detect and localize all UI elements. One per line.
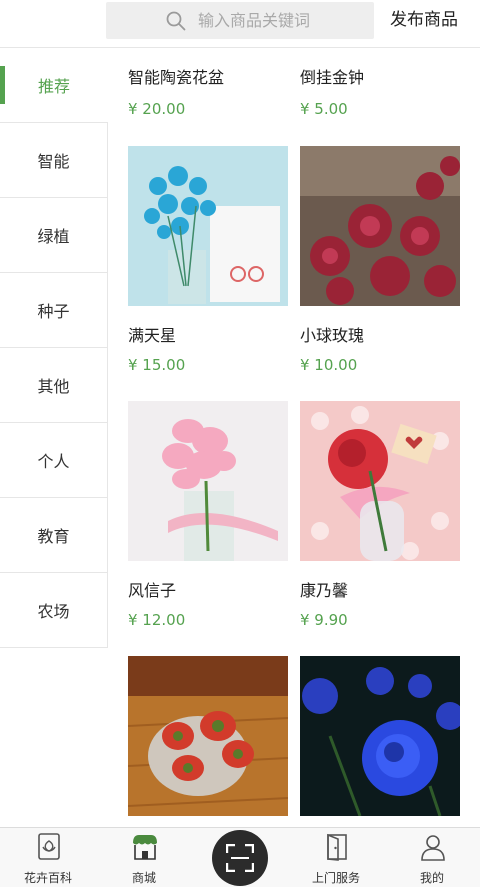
search-bar[interactable]: 输入商品关键词: [106, 2, 374, 39]
sidebar-item-label: 个人: [37, 452, 70, 471]
sidebar-item-greenery[interactable]: 绿植: [0, 198, 108, 273]
sidebar-item-personal[interactable]: 个人: [0, 423, 108, 498]
product-card[interactable]: [128, 656, 288, 816]
product-card[interactable]: 康乃馨 ¥ 9.90: [300, 401, 460, 629]
scan-button[interactable]: [212, 830, 268, 886]
tab-mine[interactable]: 我的: [384, 828, 480, 887]
sidebar-item-label: 其他: [37, 377, 70, 396]
sidebar-item-label: 绿植: [37, 227, 70, 246]
sidebar-item-label: 推荐: [37, 77, 70, 96]
product-price: ¥ 15.00: [128, 356, 186, 374]
sidebar-item-label: 智能: [37, 152, 70, 171]
product-name: 康乃馨: [300, 581, 349, 600]
bottom-nav: 花卉百科 商城 上门服务 我的: [0, 827, 480, 887]
product-image: [300, 656, 460, 816]
product-card[interactable]: 满天星 ¥ 15.00: [128, 146, 288, 374]
publish-product-button[interactable]: 发布商品: [390, 8, 458, 32]
product-card[interactable]: 风信子 ¥ 12.00: [128, 401, 288, 629]
door-icon: [327, 833, 347, 861]
product-name: 风信子: [128, 581, 177, 600]
tab-home-service[interactable]: 上门服务: [288, 828, 384, 887]
top-bar: 输入商品关键词 发布商品: [0, 0, 480, 48]
tab-label: 商城: [131, 871, 156, 885]
product-price: ¥ 20.00: [128, 100, 186, 118]
search-icon: [166, 11, 186, 31]
sidebar-item-other[interactable]: 其他: [0, 348, 108, 423]
tab-flower-encyclopedia[interactable]: 花卉百科: [0, 828, 96, 887]
sidebar-item-farm[interactable]: 农场: [0, 573, 108, 648]
category-sidebar: 推荐 智能 绿植 种子 其他 个人 教育 农场: [0, 48, 108, 648]
tab-mall[interactable]: 商城: [96, 828, 192, 887]
sidebar-item-label: 教育: [37, 527, 70, 546]
sidebar-item-label: 农场: [37, 602, 70, 621]
tab-label: 上门服务: [311, 871, 360, 885]
sidebar-item-education[interactable]: 教育: [0, 498, 108, 573]
product-price: ¥ 10.00: [300, 356, 358, 374]
product-name: 满天星: [128, 326, 177, 345]
product-price: ¥ 9.90: [300, 611, 348, 629]
flower-book-icon: [38, 833, 60, 860]
product-card[interactable]: 小球玫瑰 ¥ 10.00: [300, 146, 460, 374]
product-image: [300, 146, 460, 306]
sidebar-item-recommend[interactable]: 推荐: [0, 48, 108, 123]
tab-label: 我的: [419, 871, 444, 885]
product-image: [300, 401, 460, 561]
product-grid: 智能陶瓷花盆 ¥ 20.00 倒挂金钟 ¥ 5.00 满天星 ¥ 15.00 小…: [108, 48, 480, 827]
product-price: ¥ 5.00: [300, 100, 348, 118]
tab-label: 花卉百科: [23, 871, 72, 885]
user-icon: [421, 835, 445, 861]
product-name: 小球玫瑰: [300, 326, 365, 345]
product-card[interactable]: [300, 656, 460, 816]
sidebar-item-smart[interactable]: 智能: [0, 123, 108, 198]
product-image: [128, 656, 288, 816]
product-name: 智能陶瓷花盆: [128, 68, 225, 87]
product-image: [128, 146, 288, 306]
search-input[interactable]: 输入商品关键词: [198, 10, 310, 32]
product-price: ¥ 12.00: [128, 611, 186, 629]
product-image: [128, 401, 288, 561]
sidebar-item-seeds[interactable]: 种子: [0, 273, 108, 348]
scan-icon: [226, 844, 254, 872]
shop-awning-icon: [133, 835, 157, 860]
sidebar-item-label: 种子: [37, 302, 70, 321]
product-name: 倒挂金钟: [300, 68, 365, 87]
